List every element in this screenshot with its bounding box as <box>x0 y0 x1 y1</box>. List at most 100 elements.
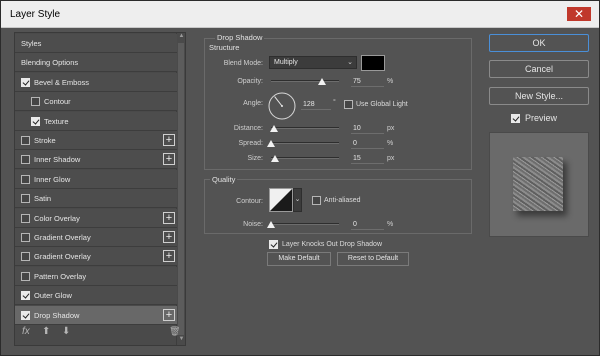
style-checkbox[interactable] <box>31 116 40 126</box>
layer-style-dialog: Layer Style ✕ ▲ ▼ Styles Blending Options… <box>0 0 600 356</box>
move-up-icon[interactable]: ⬆ <box>42 326 50 337</box>
style-item-bevel-emboss[interactable]: Bevel & Emboss <box>15 72 177 92</box>
add-effect-icon[interactable]: + <box>163 153 175 166</box>
style-item-inner-glow[interactable]: Inner Glow <box>15 169 177 189</box>
contour-label: Contour: <box>236 198 263 205</box>
spread-slider[interactable] <box>271 142 339 144</box>
trash-icon[interactable]: 🗑 <box>169 326 180 337</box>
opacity-slider[interactable] <box>271 80 339 82</box>
style-item-label: Satin <box>34 194 52 204</box>
use-global-light-label: Use Global Light <box>356 101 408 108</box>
use-global-light-checkbox[interactable] <box>344 100 353 109</box>
opacity-label: Opacity: <box>237 78 263 85</box>
preview-checkbox[interactable] <box>511 114 520 123</box>
style-checkbox[interactable] <box>21 310 30 320</box>
style-checkbox[interactable] <box>31 97 40 107</box>
style-item-label: Gradient Overlay <box>34 252 91 262</box>
size-label: Size: <box>247 155 263 162</box>
preview-thumbnail <box>513 157 563 211</box>
style-checkbox[interactable] <box>21 291 30 301</box>
style-item-blending-options[interactable]: Blending Options <box>15 53 177 73</box>
style-item-gradient-overlay[interactable]: Gradient Overlay + <box>15 247 177 267</box>
contour-dropdown-chevron-icon[interactable]: ⌄ <box>293 188 302 212</box>
reset-default-button[interactable]: Reset to Default <box>337 252 409 266</box>
add-effect-icon[interactable]: + <box>163 231 175 243</box>
distance-input[interactable]: 10 <box>351 123 384 134</box>
style-checkbox[interactable] <box>21 136 30 145</box>
style-item-label: Inner Glow <box>34 174 71 184</box>
style-checkbox[interactable] <box>21 213 30 223</box>
section-title: Drop Shadow <box>215 33 265 42</box>
style-checkbox[interactable] <box>21 252 30 262</box>
style-item-inner-shadow[interactable]: Inner Shadow + <box>15 150 177 170</box>
add-effect-icon[interactable]: + <box>163 211 175 224</box>
spread-input[interactable]: 0 <box>351 138 384 149</box>
knocks-out-label: Layer Knocks Out Drop Shadow <box>282 241 382 248</box>
style-checkbox[interactable] <box>21 271 30 281</box>
make-default-button[interactable]: Make Default <box>267 252 331 266</box>
styles-toolbar: fx ⬆ ⬇ 🗑 <box>14 322 186 346</box>
angle-dial[interactable] <box>267 91 297 121</box>
scrollbar-thumb[interactable] <box>178 43 184 335</box>
cancel-button[interactable]: Cancel <box>489 60 589 78</box>
style-item-contour[interactable]: Contour <box>15 92 177 112</box>
anti-aliased-checkbox[interactable] <box>312 196 321 205</box>
knocks-out-checkbox[interactable] <box>269 240 278 249</box>
noise-input[interactable]: 0 <box>351 219 384 230</box>
noise-slider-handle[interactable] <box>267 221 275 228</box>
style-item-gradient-overlay[interactable]: Gradient Overlay + <box>15 228 177 247</box>
style-checkbox[interactable] <box>21 77 30 87</box>
move-down-icon[interactable]: ⬇ <box>62 326 70 337</box>
style-item-label: Texture <box>44 116 69 126</box>
style-item-label: Bevel & Emboss <box>34 77 90 87</box>
opacity-input[interactable]: 75 <box>351 76 384 87</box>
spread-label: Spread: <box>238 140 263 147</box>
size-unit: px <box>387 155 395 162</box>
style-item-stroke[interactable]: Stroke + <box>15 131 177 150</box>
contour-picker[interactable] <box>269 188 293 212</box>
anti-aliased-label: Anti-aliased <box>324 197 361 204</box>
structure-title: Structure <box>209 43 240 52</box>
style-item-label: Stroke <box>34 136 56 145</box>
shadow-color-swatch[interactable] <box>361 55 385 71</box>
angle-label: Angle: <box>243 100 263 107</box>
close-button[interactable]: ✕ <box>567 7 591 21</box>
blend-mode-select[interactable]: Multiply ⌄ <box>269 56 357 69</box>
size-input[interactable]: 15 <box>351 153 384 164</box>
angle-input[interactable]: 128 <box>301 99 331 110</box>
noise-slider[interactable] <box>271 223 339 225</box>
chevron-down-icon: ⌄ <box>347 59 353 66</box>
size-slider[interactable] <box>271 157 339 159</box>
add-effect-icon[interactable]: + <box>163 134 175 146</box>
preview-label: Preview <box>525 113 558 123</box>
style-checkbox[interactable] <box>21 155 30 165</box>
angle-unit: ° <box>333 99 336 106</box>
opacity-slider-handle[interactable] <box>318 78 326 85</box>
size-slider-handle[interactable] <box>271 155 280 162</box>
styles-list: ▲ ▼ Styles Blending Options Bevel & Emboss… <box>14 32 186 346</box>
distance-slider[interactable] <box>271 127 339 129</box>
style-checkbox[interactable] <box>21 233 30 242</box>
fx-icon[interactable]: fx <box>22 326 30 337</box>
noise-unit: % <box>387 221 394 228</box>
style-checkbox[interactable] <box>21 174 30 184</box>
style-item-color-overlay[interactable]: Color Overlay + <box>15 208 177 228</box>
style-item-label: Inner Shadow <box>34 155 81 165</box>
styles-scrollbar[interactable]: ▲ ▼ <box>176 33 185 345</box>
noise-label: Noise: <box>243 221 263 228</box>
add-effect-icon[interactable]: + <box>163 308 175 321</box>
scroll-up-icon[interactable]: ▲ <box>178 33 185 41</box>
style-item-styles[interactable]: Styles <box>15 34 177 53</box>
style-item-label: Contour <box>44 97 71 107</box>
style-checkbox[interactable] <box>21 194 30 204</box>
new-style-button[interactable]: New Style... <box>489 87 589 105</box>
ok-button[interactable]: OK <box>489 34 589 52</box>
style-item-outer-glow[interactable]: Outer Glow <box>15 286 177 306</box>
dialog-title: Layer Style <box>10 9 61 20</box>
style-item-pattern-overlay[interactable]: Pattern Overlay <box>15 266 177 286</box>
style-item-texture[interactable]: Texture <box>15 111 177 131</box>
add-effect-icon[interactable]: + <box>163 250 175 263</box>
distance-slider-handle[interactable] <box>269 125 278 132</box>
style-item-satin[interactable]: Satin <box>15 189 177 209</box>
spread-slider-handle[interactable] <box>267 140 275 147</box>
